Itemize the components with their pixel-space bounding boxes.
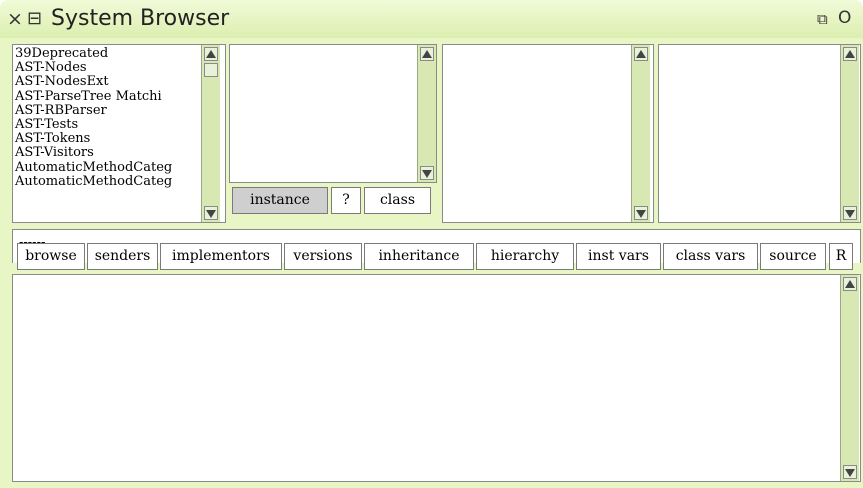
scroll-down-arrow-icon[interactable] xyxy=(634,206,648,220)
code-editor-pane[interactable] xyxy=(12,274,861,482)
scroll-up-arrow-icon[interactable] xyxy=(204,47,218,61)
class-vars-button[interactable]: class vars xyxy=(663,243,758,270)
method-scrollbar[interactable] xyxy=(840,45,859,222)
list-item[interactable]: AutomaticMethodCateg xyxy=(15,160,172,175)
protocol-scrollbar[interactable] xyxy=(631,45,650,222)
scroll-up-arrow-icon[interactable] xyxy=(420,47,434,61)
help-button[interactable]: ? xyxy=(331,187,361,214)
code-scrollbar[interactable] xyxy=(840,275,859,481)
window-menu-icon[interactable]: ⊟ xyxy=(27,8,42,30)
scroll-up-arrow-icon[interactable] xyxy=(843,277,857,291)
browse-button[interactable]: browse xyxy=(17,243,85,270)
scroll-down-arrow-icon[interactable] xyxy=(420,166,434,180)
inst-vars-button[interactable]: inst vars xyxy=(576,243,661,270)
list-item[interactable]: AST-Nodes xyxy=(15,61,172,75)
expand-icon[interactable]: O xyxy=(838,8,851,28)
scroll-down-arrow-icon[interactable] xyxy=(843,465,857,479)
list-item[interactable]: AST-Tests xyxy=(15,117,172,132)
class-list-pane[interactable] xyxy=(229,44,437,183)
package-list-pane[interactable]: 39Deprecated AST-Nodes AST-NodesExt AST-… xyxy=(12,44,226,223)
list-item[interactable]: AutomaticMethodCateg xyxy=(15,174,172,189)
list-item[interactable]: AST-Visitors xyxy=(15,146,172,160)
scroll-down-arrow-icon[interactable] xyxy=(204,206,218,220)
senders-button[interactable]: senders xyxy=(87,243,158,270)
class-scrollbar[interactable] xyxy=(417,45,436,182)
list-item[interactable]: AST-Tokens xyxy=(15,132,172,146)
instance-button[interactable]: instance xyxy=(232,187,328,214)
method-list-pane[interactable] xyxy=(658,44,861,223)
scroll-up-arrow-icon[interactable] xyxy=(843,47,857,61)
window-title: System Browser xyxy=(51,6,230,31)
title-bar[interactable]: × ⊟ System Browser ⧉ O xyxy=(0,0,863,38)
implementors-button[interactable]: implementors xyxy=(160,243,282,270)
list-item[interactable]: AST-ParseTree Matchi xyxy=(15,89,172,104)
scroll-thumb[interactable] xyxy=(204,63,218,77)
inheritance-button[interactable]: inheritance xyxy=(364,243,474,270)
r-button[interactable]: R xyxy=(829,243,853,270)
class-button[interactable]: class xyxy=(364,187,431,214)
source-button[interactable]: source xyxy=(760,243,826,270)
versions-button[interactable]: versions xyxy=(284,243,362,270)
hierarchy-button[interactable]: hierarchy xyxy=(476,243,574,270)
collapse-icon[interactable]: ⧉ xyxy=(817,9,828,29)
list-item[interactable]: AST-NodesExt xyxy=(15,75,172,89)
scroll-down-arrow-icon[interactable] xyxy=(843,206,857,220)
package-list[interactable]: 39Deprecated AST-Nodes AST-NodesExt AST-… xyxy=(15,46,172,189)
list-item[interactable]: 39Deprecated xyxy=(15,46,172,61)
system-browser-window: × ⊟ System Browser ⧉ O 39Deprecated AST-… xyxy=(0,0,863,488)
scroll-up-arrow-icon[interactable] xyxy=(634,47,648,61)
list-item[interactable]: AST-RBParser xyxy=(15,103,172,118)
close-icon[interactable]: × xyxy=(7,8,23,30)
protocol-list-pane[interactable] xyxy=(442,44,654,223)
package-scrollbar[interactable] xyxy=(201,45,220,222)
